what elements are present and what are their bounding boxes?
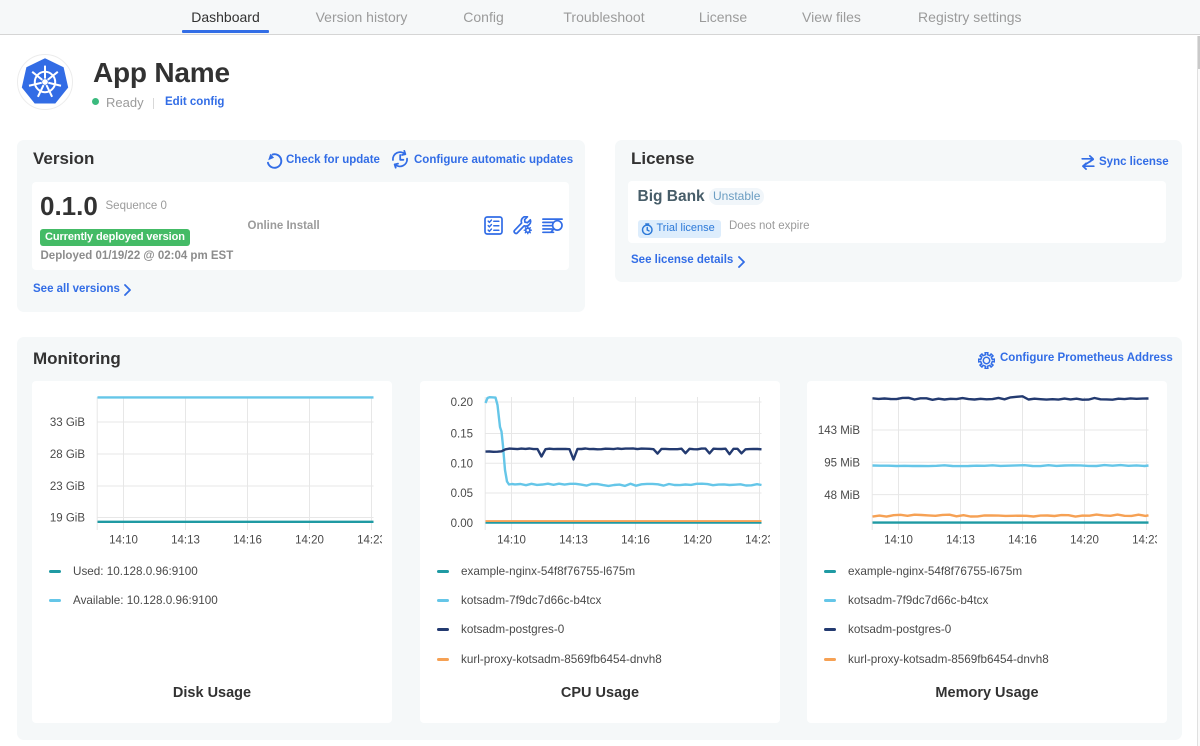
svg-text:14:16: 14:16 [621,535,650,547]
svg-text:14:10: 14:10 [884,535,913,547]
svg-text:0.15: 0.15 [451,429,473,441]
svg-text:14:13: 14:13 [171,535,200,547]
svg-text:14:20: 14:20 [1070,535,1099,547]
svg-text:14:23: 14:23 [745,535,770,547]
svg-text:0.20: 0.20 [451,397,473,409]
svg-text:14:16: 14:16 [1008,535,1037,547]
svg-text:19 GiB: 19 GiB [50,513,85,525]
svg-text:33 GiB: 33 GiB [50,417,85,429]
svg-text:14:13: 14:13 [946,535,975,547]
svg-text:23 GiB: 23 GiB [50,481,85,493]
svg-text:0.05: 0.05 [451,488,473,500]
svg-text:14:10: 14:10 [497,535,526,547]
svg-text:143 MiB: 143 MiB [818,425,861,437]
svg-text:14:20: 14:20 [683,535,712,547]
svg-text:14:16: 14:16 [233,535,262,547]
svg-text:14:13: 14:13 [559,535,588,547]
svg-text:14:23: 14:23 [1132,535,1157,547]
svg-text:28 GiB: 28 GiB [50,449,85,461]
svg-text:14:23: 14:23 [357,535,382,547]
svg-text:14:20: 14:20 [295,535,324,547]
svg-text:95 MiB: 95 MiB [824,458,860,470]
svg-text:14:10: 14:10 [109,535,138,547]
svg-text:48 MiB: 48 MiB [824,490,860,502]
svg-text:0.10: 0.10 [451,459,473,471]
svg-text:0.00: 0.00 [451,518,473,530]
